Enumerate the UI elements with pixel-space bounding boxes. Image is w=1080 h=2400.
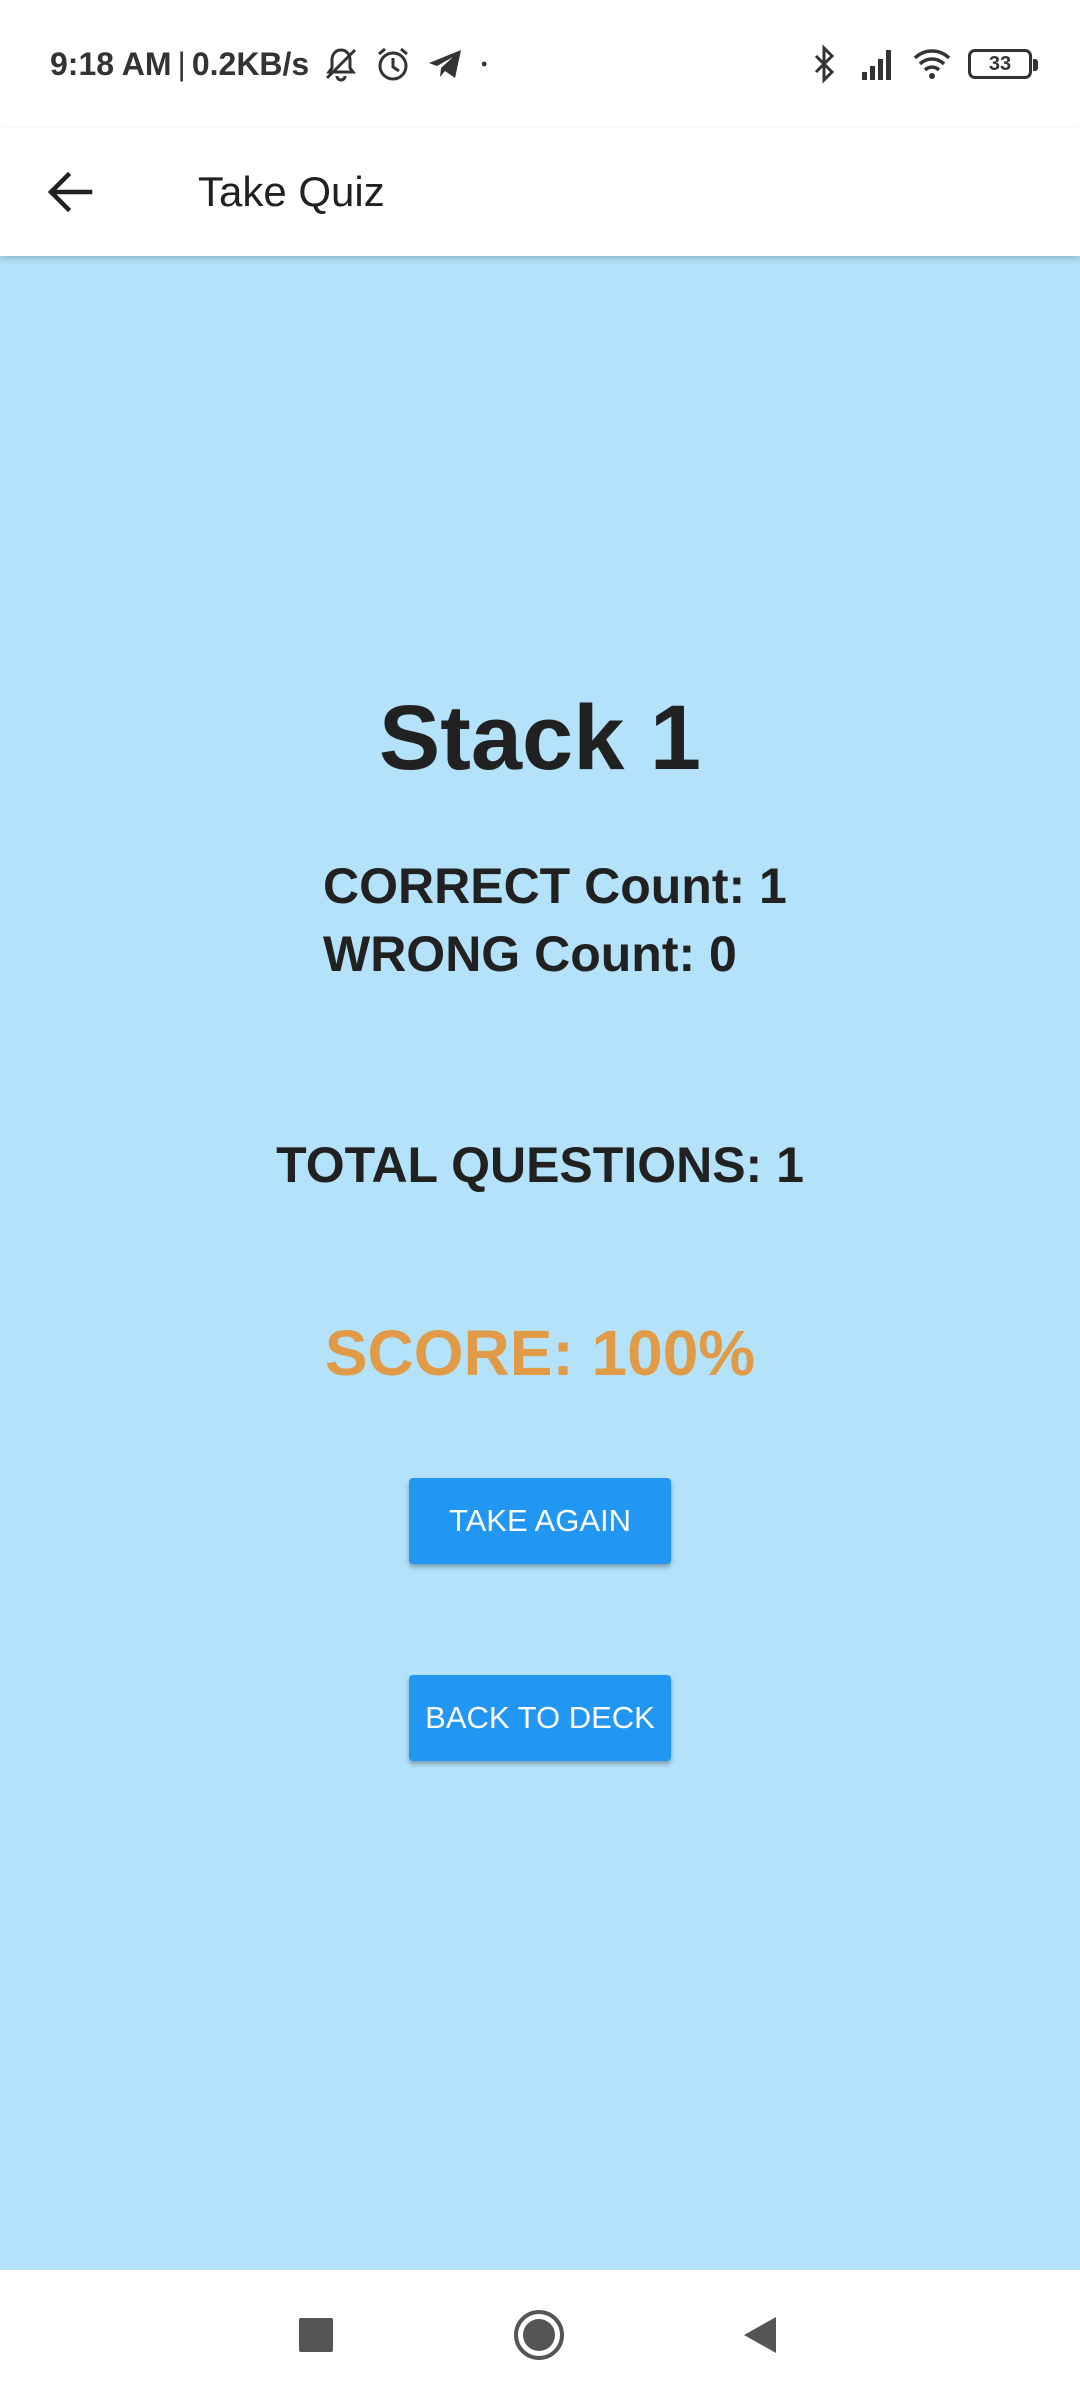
home-button[interactable] bbox=[479, 2275, 599, 2395]
telegram-icon bbox=[429, 50, 462, 78]
wifi-icon bbox=[913, 49, 951, 79]
network-speed: 0.2KB/s bbox=[191, 45, 310, 82]
deck-title: Stack 1 bbox=[378, 687, 702, 789]
quiz-result-panel: Stack 1 CORRECT Count: 1 WRONG Count: 0 … bbox=[0, 256, 1080, 2270]
bluetooth-icon bbox=[814, 44, 835, 84]
score-label: SCORE: 100% bbox=[324, 1317, 756, 1389]
signal-icon bbox=[862, 50, 891, 80]
battery-level: 33 bbox=[988, 52, 1012, 75]
status-bar: 9:18 AM | 0.2KB/s 33 bbox=[0, 0, 1080, 128]
status-time: 9:18 AM bbox=[50, 45, 172, 82]
take-again-button[interactable]: TAKE AGAIN bbox=[409, 1478, 671, 1564]
back-button[interactable] bbox=[22, 144, 118, 240]
answer-counts: CORRECT Count: 1 WRONG Count: 0 bbox=[323, 852, 787, 988]
app-bar: Take Quiz bbox=[0, 128, 1080, 256]
dot-icon bbox=[482, 61, 487, 67]
recents-square-icon bbox=[299, 2318, 333, 2352]
back-to-deck-button[interactable]: BACK TO DECK bbox=[409, 1675, 671, 1761]
status-separator: | bbox=[177, 45, 186, 82]
arrow-left-icon bbox=[47, 171, 93, 213]
total-questions: TOTAL QUESTIONS: 1 bbox=[276, 1137, 804, 1193]
status-right: 33 bbox=[790, 44, 1038, 84]
recents-button[interactable] bbox=[256, 2275, 376, 2395]
mute-icon bbox=[326, 48, 357, 82]
correct-count: CORRECT Count: 1 bbox=[323, 858, 787, 914]
nav-back-button[interactable] bbox=[700, 2275, 820, 2395]
wrong-count: WRONG Count: 0 bbox=[323, 926, 737, 982]
page-title: Take Quiz bbox=[198, 168, 385, 215]
system-nav-bar bbox=[0, 2270, 1080, 2400]
home-circle-icon bbox=[514, 2310, 564, 2360]
alarm-icon bbox=[378, 47, 409, 81]
battery-icon: 33 bbox=[968, 49, 1038, 79]
status-left: 9:18 AM | 0.2KB/s bbox=[50, 44, 501, 84]
back-triangle-icon bbox=[744, 2317, 776, 2353]
